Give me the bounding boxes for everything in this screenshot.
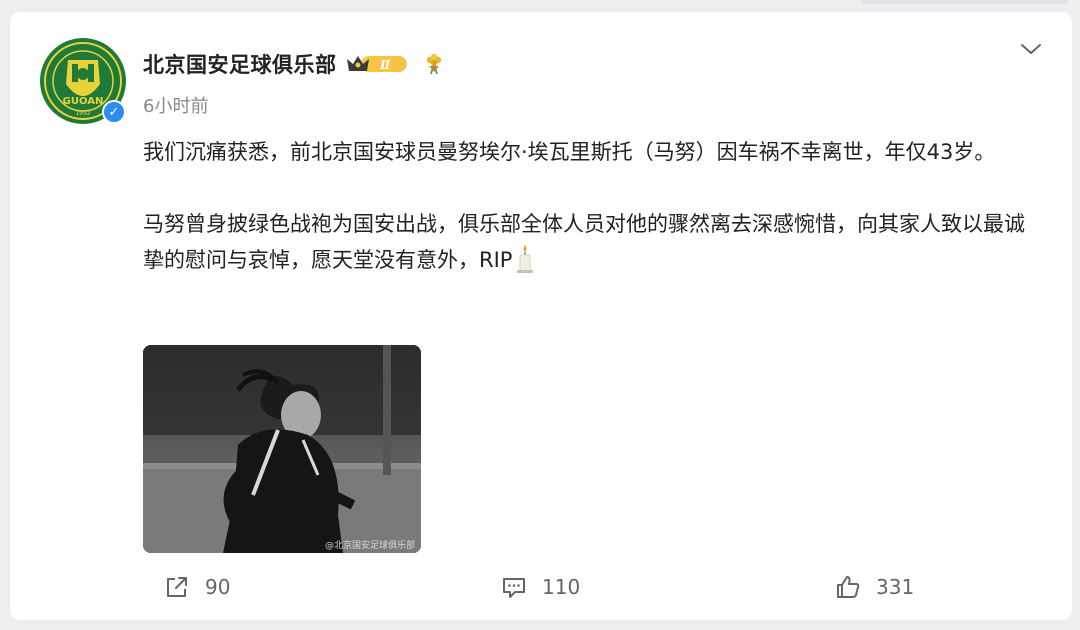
post-image[interactable]: @北京国安足球俱乐部 (143, 345, 421, 553)
club-logo-text: GUOAN (63, 96, 104, 107)
candle-icon (517, 245, 534, 273)
repost-icon (167, 577, 187, 597)
comment-count: 110 (542, 575, 581, 599)
post-card: GUOAN 1992 ✓ 北京国安足球俱乐部 Ⅱ 6小时前 我们沉痛获悉，前北京… (10, 12, 1072, 620)
author-row: 北京国安足球俱乐部 Ⅱ (143, 50, 445, 78)
author-name[interactable]: 北京国安足球俱乐部 (143, 49, 337, 79)
vip-crown-icon[interactable]: Ⅱ (345, 51, 411, 77)
post-content: 我们沉痛获悉，前北京国安球员曼努埃尔·埃瓦里斯托（马努）因车祸不幸离世，年仅43… (143, 134, 1043, 278)
chevron-down-icon[interactable] (1018, 40, 1044, 58)
repost-count: 90 (205, 575, 231, 599)
image-watermark: @北京国安足球俱乐部 (324, 541, 415, 551)
like-count: 331 (876, 575, 915, 599)
flower-icon (426, 53, 441, 75)
post-paragraph: 我们沉痛获悉，前北京国安球员曼努埃尔·埃瓦里斯托（马努）因车祸不幸离世，年仅43… (143, 140, 996, 164)
repost-button[interactable]: 90 (163, 572, 230, 602)
comment-button[interactable]: 110 (500, 572, 580, 602)
vip-level: Ⅱ (378, 58, 390, 72)
comment-icon (503, 578, 525, 598)
post-timestamp: 6小时前 (143, 96, 209, 117)
top-search-pill (860, 0, 1070, 4)
club-logo-year: 1992 (75, 110, 90, 117)
post-paragraph-text: 马努曾身披绿色战袍为国安出战，俱乐部全体人员对他的骤然离去深感惋惜，向其家人致以… (143, 212, 1025, 272)
verified-icon: ✓ (102, 100, 126, 124)
like-icon (837, 576, 860, 598)
action-bar: 90 110 331 (10, 572, 1072, 602)
like-button[interactable]: 331 (834, 572, 914, 602)
post-paragraph: 马努曾身披绿色战袍为国安出战，俱乐部全体人员对他的骤然离去深感惋惜，向其家人致以… (143, 206, 1043, 278)
